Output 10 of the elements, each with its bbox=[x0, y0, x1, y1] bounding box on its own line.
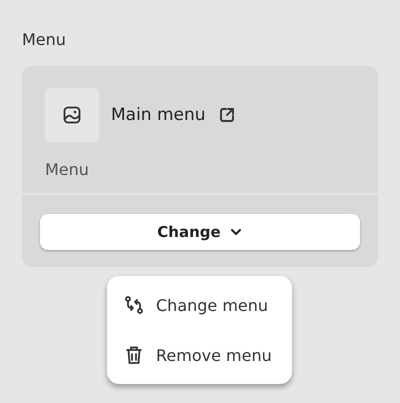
change-button[interactable]: Change bbox=[40, 214, 360, 250]
menu-item[interactable]: Change menu bbox=[107, 280, 292, 330]
menu-type: Menu bbox=[45, 160, 90, 179]
swap-icon bbox=[124, 295, 144, 315]
menu-item[interactable]: Remove menu bbox=[107, 330, 292, 380]
external-link-icon[interactable] bbox=[218, 106, 236, 124]
section-title: Menu bbox=[22, 30, 67, 49]
trash-icon bbox=[125, 345, 143, 365]
image-placeholder-icon bbox=[45, 88, 99, 142]
menu-name: Main menu bbox=[111, 105, 206, 125]
